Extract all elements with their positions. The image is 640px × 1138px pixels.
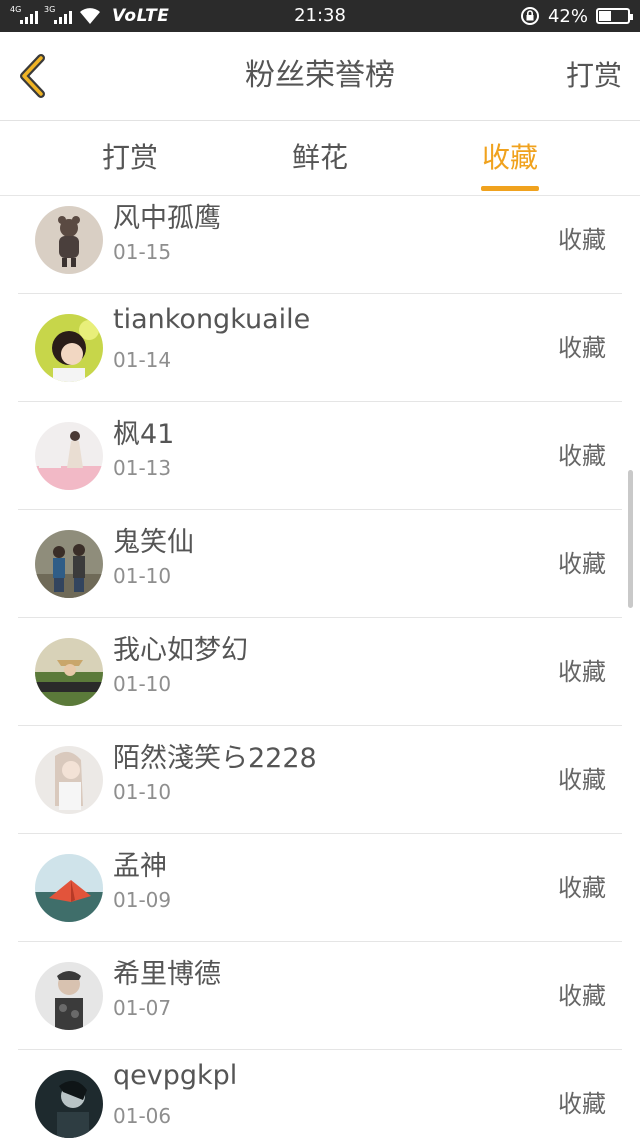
avatar	[35, 854, 103, 922]
fan-name: qevpgkpl	[113, 1060, 238, 1091]
fan-name: 枫41	[113, 419, 175, 450]
list-item[interactable]: 鬼笑仙 01-10 收藏	[18, 510, 622, 618]
scrollbar[interactable]	[628, 470, 633, 608]
fan-date: 01-13	[113, 456, 172, 480]
fan-list[interactable]: 风中孤鹰 01-15 收藏 tiankongkuaile 01-14 收藏 枫4…	[0, 196, 640, 1138]
tab-reward-label: 打赏	[101, 141, 159, 174]
fan-name: 孟神	[113, 851, 167, 882]
battery-percent: 42%	[547, 5, 588, 27]
fan-date: 01-10	[113, 672, 172, 696]
tab-active-indicator	[480, 186, 539, 191]
fan-action-label: 收藏	[558, 550, 606, 578]
tab-favorites[interactable]: 收藏	[480, 121, 539, 195]
avatar-image	[35, 422, 103, 490]
fan-name: tiankongkuaile	[113, 304, 311, 335]
fan-date: 01-06	[113, 1104, 172, 1128]
avatar-image	[35, 530, 103, 598]
avatar	[35, 962, 103, 1030]
fan-action-label: 收藏	[558, 658, 606, 686]
fan-name: 希里博德	[113, 959, 221, 990]
status-right: 42%	[520, 0, 633, 32]
list-item[interactable]: 希里博德 01-07 收藏	[18, 942, 622, 1050]
fan-name: 风中孤鹰	[113, 203, 221, 234]
avatar-image	[35, 746, 103, 814]
avatar	[35, 422, 103, 490]
fan-action-label: 收藏	[558, 442, 606, 470]
reward-button[interactable]: 打赏	[566, 32, 622, 120]
fan-date: 01-07	[113, 996, 172, 1020]
avatar	[35, 746, 103, 814]
avatar	[35, 314, 103, 382]
fan-action-label: 收藏	[558, 982, 606, 1010]
fan-date: 01-10	[113, 564, 172, 588]
list-item[interactable]: 风中孤鹰 01-15 收藏	[18, 196, 622, 294]
status-bar: 4G 3G VoLTE 21:38 42%	[0, 0, 640, 32]
fan-action-label: 收藏	[558, 226, 606, 254]
tab-flowers-label: 鲜花	[291, 141, 349, 174]
avatar-image	[35, 854, 103, 922]
avatar-image	[35, 638, 103, 706]
avatar	[35, 206, 103, 274]
fan-date: 01-14	[113, 348, 172, 372]
page-title: 粉丝荣誉榜	[245, 58, 395, 93]
tab-bar: 打赏 鲜花 收藏	[0, 121, 640, 196]
fan-name: 我心如梦幻	[113, 635, 248, 666]
fan-action-label: 收藏	[558, 874, 606, 902]
list-item[interactable]: qevpgkpl 01-06 收藏	[18, 1050, 622, 1138]
list-item[interactable]: tiankongkuaile 01-14 收藏	[18, 294, 622, 402]
tab-favorites-label: 收藏	[481, 141, 539, 174]
fan-action-label: 收藏	[558, 1090, 606, 1118]
avatar	[35, 1070, 103, 1138]
fan-action-label: 收藏	[558, 766, 606, 794]
tab-flowers[interactable]: 鲜花	[292, 121, 348, 195]
fan-name: 鬼笑仙	[113, 527, 194, 558]
battery-icon	[596, 8, 633, 24]
list-item[interactable]: 陌然淺笑ら2228 01-10 收藏	[18, 726, 622, 834]
list-item[interactable]: 我心如梦幻 01-10 收藏	[18, 618, 622, 726]
tab-reward[interactable]: 打赏	[102, 121, 158, 195]
rotation-lock-icon	[520, 7, 539, 25]
avatar-image	[35, 206, 103, 274]
avatar-image	[35, 314, 103, 382]
nav-header: 粉丝荣誉榜 打赏	[0, 32, 640, 121]
fan-action-label: 收藏	[558, 334, 606, 362]
avatar-image	[35, 962, 103, 1030]
avatar	[35, 638, 103, 706]
list-item[interactable]: 孟神 01-09 收藏	[18, 834, 622, 942]
fan-date: 01-10	[113, 780, 172, 804]
avatar	[35, 530, 103, 598]
list-item[interactable]: 枫41 01-13 收藏	[18, 402, 622, 510]
fan-date: 01-15	[113, 240, 172, 264]
fan-name: 陌然淺笑ら2228	[113, 743, 317, 774]
avatar-image	[35, 1070, 103, 1138]
fan-date: 01-09	[113, 888, 172, 912]
